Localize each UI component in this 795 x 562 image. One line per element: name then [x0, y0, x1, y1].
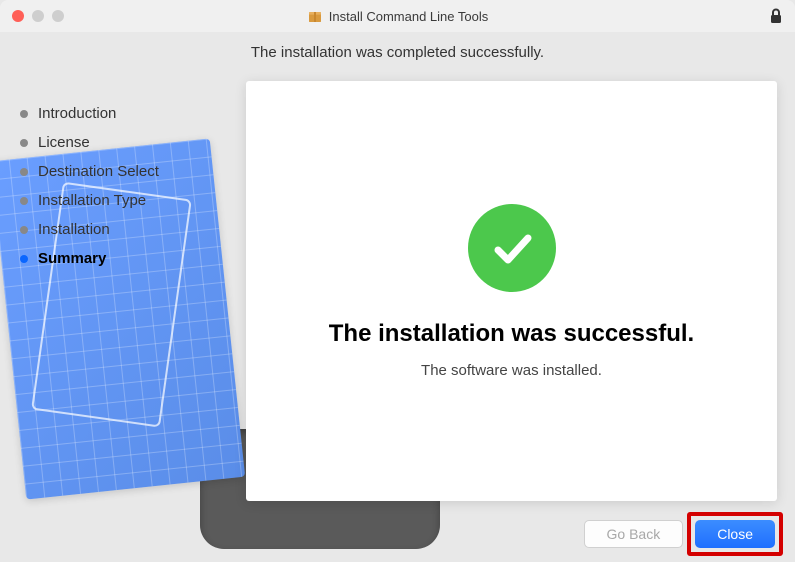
sidebar-item-license: License — [20, 128, 230, 157]
step-label: Introduction — [38, 105, 116, 122]
step-bullet-icon — [20, 226, 28, 234]
window-maximize-button — [52, 10, 64, 22]
sidebar-item-introduction: Introduction — [20, 99, 230, 128]
steps-sidebar: Introduction License Destination Select … — [20, 99, 230, 273]
traffic-lights — [12, 10, 64, 22]
sidebar-item-installation-type: Installation Type — [20, 186, 230, 215]
step-bullet-icon — [20, 139, 28, 147]
success-subtitle: The software was installed. — [421, 362, 602, 379]
content-area: Introduction License Destination Select … — [0, 69, 795, 503]
close-button[interactable]: Close — [695, 520, 775, 548]
step-label: Installation Type — [38, 192, 146, 209]
sidebar-item-summary: Summary — [20, 244, 230, 273]
footer-buttons: Go Back Close — [0, 506, 795, 562]
window-minimize-button — [32, 10, 44, 22]
step-label: Destination Select — [38, 163, 159, 180]
step-bullet-icon — [20, 168, 28, 176]
window-close-button[interactable] — [12, 10, 24, 22]
lock-icon[interactable] — [769, 8, 783, 24]
go-back-button: Go Back — [584, 520, 684, 548]
installer-subtitle: The installation was completed successfu… — [0, 32, 795, 69]
main-panel: The installation was successful. The sof… — [246, 81, 777, 501]
sidebar-item-installation: Installation — [20, 215, 230, 244]
step-label: License — [38, 134, 90, 151]
package-icon — [307, 8, 323, 24]
window-title-text: Install Command Line Tools — [329, 9, 488, 24]
step-bullet-icon — [20, 110, 28, 118]
titlebar: Install Command Line Tools — [0, 0, 795, 32]
step-bullet-icon — [20, 255, 28, 263]
sidebar-item-destination-select: Destination Select — [20, 157, 230, 186]
step-bullet-icon — [20, 197, 28, 205]
success-title: The installation was successful. — [329, 320, 694, 348]
step-label: Installation — [38, 221, 110, 238]
success-check-icon — [468, 204, 556, 292]
window-title: Install Command Line Tools — [0, 8, 795, 24]
step-label: Summary — [38, 250, 106, 267]
